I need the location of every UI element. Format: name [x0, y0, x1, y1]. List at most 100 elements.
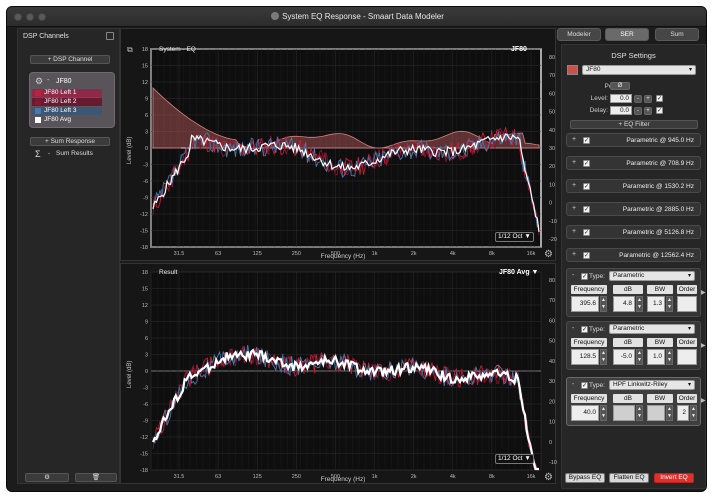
order-input[interactable]	[677, 349, 697, 365]
collapse-icon[interactable]: -	[572, 325, 574, 332]
filter-enable-checkbox[interactable]: ✓	[581, 326, 588, 333]
filter-row[interactable]: + ✓ Parametric @ 5126.8 Hz	[566, 225, 701, 239]
result-channel-select[interactable]: JF80 Avg ▼	[499, 269, 538, 276]
flatten-eq-button[interactable]: Flatten EQ	[609, 473, 649, 483]
cursor-icon[interactable]: ⧉	[127, 45, 133, 55]
expand-icon[interactable]: +	[572, 251, 576, 258]
chevron-right-icon[interactable]: ▶	[701, 397, 706, 404]
channel-item-jf80-left-1[interactable]: JF80 Left 1	[32, 89, 102, 97]
channel-label: JF80 Avg	[44, 116, 71, 123]
expand-icon[interactable]: +	[572, 228, 576, 235]
expand-icon[interactable]: +	[572, 159, 576, 166]
delay-decrement-button[interactable]: -	[634, 107, 642, 115]
gear-icon[interactable]: ⚙	[35, 77, 44, 86]
octave-smoothing-select[interactable]: 1/12 Oct ▼	[495, 232, 534, 242]
y-tick-right-label: 10	[549, 420, 555, 426]
sum-results-label[interactable]: Sum Results	[56, 150, 93, 157]
tab-ser[interactable]: SER	[605, 28, 649, 41]
chevron-right-icon[interactable]: ▶	[701, 342, 706, 349]
collapse-icon[interactable]: -	[48, 150, 50, 157]
expand-icon[interactable]: +	[572, 205, 576, 212]
frequency-stepper[interactable]: ▲ ▼	[600, 349, 607, 365]
filter-enable-checkbox[interactable]: ✓	[581, 273, 588, 280]
add-eq-filter-button[interactable]: + EQ Filter	[570, 120, 698, 129]
col-db: dB	[613, 285, 643, 294]
system-eq-graph[interactable]: 18 15 12 9 6 3 0 -3 -6 -9 -12 -15 -18 80 70 60 50 40 30 20 1…	[120, 28, 557, 262]
frequency-stepper[interactable]: ▲ ▼	[600, 296, 607, 312]
filter-enable-checkbox[interactable]: ✓	[581, 382, 588, 389]
group-name: JF80	[56, 78, 72, 85]
filter-enable-checkbox[interactable]: ✓	[583, 183, 590, 190]
add-dsp-channel-button[interactable]: + DSP Channel	[30, 55, 110, 64]
bw-stepper[interactable]: ▲ ▼	[666, 349, 673, 365]
y-tick-label: 18	[142, 270, 148, 276]
order-input[interactable]	[677, 296, 697, 312]
add-sum-response-button[interactable]: + Sum Response	[30, 137, 110, 146]
frequency-input[interactable]: 395.6	[571, 296, 599, 312]
db-input[interactable]: -5.0	[613, 349, 635, 365]
filter-type-select[interactable]: HPF Linkwitz-Riley ▾	[609, 380, 695, 390]
level-decrement-button[interactable]: -	[634, 95, 642, 103]
y-tick-label: 6	[145, 336, 148, 342]
filter-row[interactable]: + ✓ Parametric @ 708.9 Hz	[566, 156, 701, 170]
filter-enable-checkbox[interactable]: ✓	[583, 137, 590, 144]
filter-row[interactable]: + ✓ Parametric @ 945.0 Hz	[566, 133, 701, 147]
collapse-icon[interactable]: -	[47, 77, 49, 84]
channel-color-swatch	[35, 99, 41, 105]
delay-increment-button[interactable]: +	[644, 107, 652, 115]
db-input[interactable]: 4.8	[613, 296, 635, 312]
list-view-icon[interactable]	[106, 32, 114, 40]
polarity-button[interactable]: Ø	[610, 82, 630, 90]
filter-enable-checkbox[interactable]: ✓	[583, 206, 590, 213]
tab-sum[interactable]: Sum	[655, 28, 699, 41]
order-input[interactable]: 2	[677, 405, 689, 421]
tab-modeler[interactable]: Modeler	[557, 28, 601, 41]
gear-button[interactable]: ⚙	[25, 473, 69, 482]
gear-icon[interactable]: ⚙	[544, 472, 553, 483]
filter-row[interactable]: + ✓ Parametric @ 12562.4 Hz	[566, 248, 701, 262]
collapse-icon[interactable]: -	[572, 272, 574, 279]
bw-input[interactable]: 1.0	[647, 349, 665, 365]
trash-button[interactable]: 🗑	[75, 473, 117, 482]
expand-icon[interactable]: +	[572, 182, 576, 189]
col-frequency: Frequency	[571, 394, 607, 403]
filter-enable-checkbox[interactable]: ✓	[583, 229, 590, 236]
filter-enable-checkbox[interactable]: ✓	[583, 252, 590, 259]
octave-smoothing-select[interactable]: 1/12 Oct ▼	[495, 454, 534, 464]
frequency-stepper[interactable]: ▲ ▼	[600, 405, 607, 421]
channel-item-jf80-left-3[interactable]: JF80 Left 3	[32, 107, 102, 115]
bw-input[interactable]: 1.3	[647, 296, 665, 312]
bw-stepper[interactable]: ▲ ▼	[666, 296, 673, 312]
frequency-input[interactable]: 40.0	[571, 405, 599, 421]
filter-row[interactable]: + ✓ Parametric @ 1530.2 Hz	[566, 179, 701, 193]
frequency-input[interactable]: 128.5	[571, 349, 599, 365]
delay-checkbox[interactable]: ✓	[656, 107, 663, 114]
delay-input[interactable]: 0.0	[610, 106, 632, 115]
db-stepper[interactable]: ▲ ▼	[636, 296, 643, 312]
filter-type-select[interactable]: Parametric ▾	[609, 324, 695, 334]
filter-type-select[interactable]: Parametric ▾	[609, 271, 695, 281]
y-tick-label: 3	[145, 353, 148, 359]
level-input[interactable]: 0.0	[610, 94, 632, 103]
filter-row[interactable]: + ✓ Parametric @ 2885.0 Hz	[566, 202, 701, 216]
order-stepper[interactable]: ▲ ▼	[690, 405, 697, 421]
result-graph[interactable]: 18 15 12 9 6 3 0 -3 -6 -9 -12 -15 -18 80 70 60 50 40 30 20 1…	[120, 263, 557, 485]
system-eq-plot[interactable]: 1815129630-3-6-9-12-15-18807060504030201…	[121, 29, 557, 262]
filter-enable-checkbox[interactable]: ✓	[583, 160, 590, 167]
channel-select[interactable]: JF80 ▾	[582, 65, 696, 75]
expand-icon[interactable]: +	[572, 136, 576, 143]
chevron-right-icon[interactable]: ▶	[701, 289, 706, 296]
result-plot[interactable]: 1815129630-3-6-9-12-15-18807060504030201…	[121, 264, 557, 485]
x-tick-label: 2k	[411, 251, 417, 257]
level-increment-button[interactable]: +	[644, 95, 652, 103]
bypass-eq-button[interactable]: Bypass EQ	[565, 473, 605, 483]
chevron-down-icon: ▾	[688, 67, 692, 73]
gear-icon[interactable]: ⚙	[544, 249, 553, 260]
collapse-icon[interactable]: -	[572, 381, 574, 388]
level-checkbox[interactable]: ✓	[656, 95, 663, 102]
invert-eq-button[interactable]: Invert EQ	[654, 473, 694, 483]
channel-item-jf80-avg[interactable]: JF80 Avg	[32, 116, 102, 124]
channel-color-swatch[interactable]	[567, 65, 578, 75]
channel-item-jf80-left-2[interactable]: JF80 Left 2	[32, 98, 102, 106]
db-stepper[interactable]: ▲ ▼	[636, 349, 643, 365]
